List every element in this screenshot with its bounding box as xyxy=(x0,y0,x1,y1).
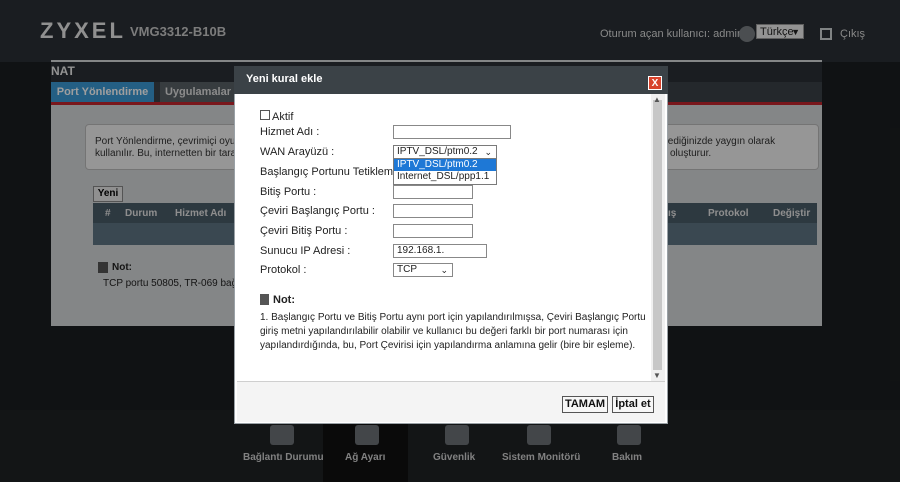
close-icon[interactable]: X xyxy=(648,76,662,90)
wan-interface-label: WAN Arayüzü : xyxy=(260,146,335,158)
translate-end-port-label: Çeviri Bitiş Portu : xyxy=(260,225,348,237)
protocol-label: Protokol : xyxy=(260,264,307,276)
note-line: yapılandırdığında, bu, Port Çevirisi içi… xyxy=(260,340,636,351)
active-label: Aktif xyxy=(272,111,294,123)
translate-start-port-input[interactable] xyxy=(393,204,473,218)
chevron-down-icon[interactable]: ▼ xyxy=(653,371,661,380)
chevron-down-icon: ⌄ xyxy=(484,147,492,157)
wan-interface-value: IPTV_DSL/ptm0.2 xyxy=(397,146,478,157)
wan-interface-select[interactable]: IPTV_DSL/ptm0.2 ⌄ xyxy=(393,145,497,159)
wan-option-iptv[interactable]: IPTV_DSL/ptm0.2 xyxy=(394,159,496,171)
translate-start-port-label: Çeviri Başlangıç Portu : xyxy=(260,205,375,217)
server-ip-label: Sunucu IP Adresi : xyxy=(260,245,351,257)
service-name-label: Hizmet Adı : xyxy=(260,126,320,138)
dialog-title: Yeni kural ekle xyxy=(246,73,323,85)
end-port-label: Bitiş Portu : xyxy=(260,186,317,198)
wan-option-internet[interactable]: Internet_DSL/ppp1.1 xyxy=(394,171,496,183)
protocol-value: TCP xyxy=(397,264,417,275)
chevron-down-icon: ⌄ xyxy=(440,265,448,275)
cancel-button[interactable]: İptal et xyxy=(612,396,654,413)
trigger-start-port-label: Başlangıç Portunu Tetikleme : xyxy=(260,166,406,178)
ok-button[interactable]: TAMAM xyxy=(562,396,608,413)
chevron-up-icon[interactable]: ▲ xyxy=(653,95,661,104)
active-checkbox[interactable] xyxy=(260,110,270,120)
end-port-input[interactable] xyxy=(393,185,473,199)
translate-end-port-input[interactable] xyxy=(393,224,473,238)
note-title: Not: xyxy=(273,294,295,306)
server-ip-input[interactable]: 192.168.1. xyxy=(393,244,487,258)
note-line: giriş metni yapılandırılabilir olabilir … xyxy=(260,326,628,337)
service-name-input[interactable] xyxy=(393,125,511,139)
note-icon xyxy=(260,294,269,305)
scrollbar-thumb[interactable] xyxy=(653,100,662,370)
protocol-select[interactable]: TCP ⌄ xyxy=(393,263,453,277)
note-line: 1. Başlangıç Portu ve Bitiş Portu aynı p… xyxy=(260,312,646,323)
